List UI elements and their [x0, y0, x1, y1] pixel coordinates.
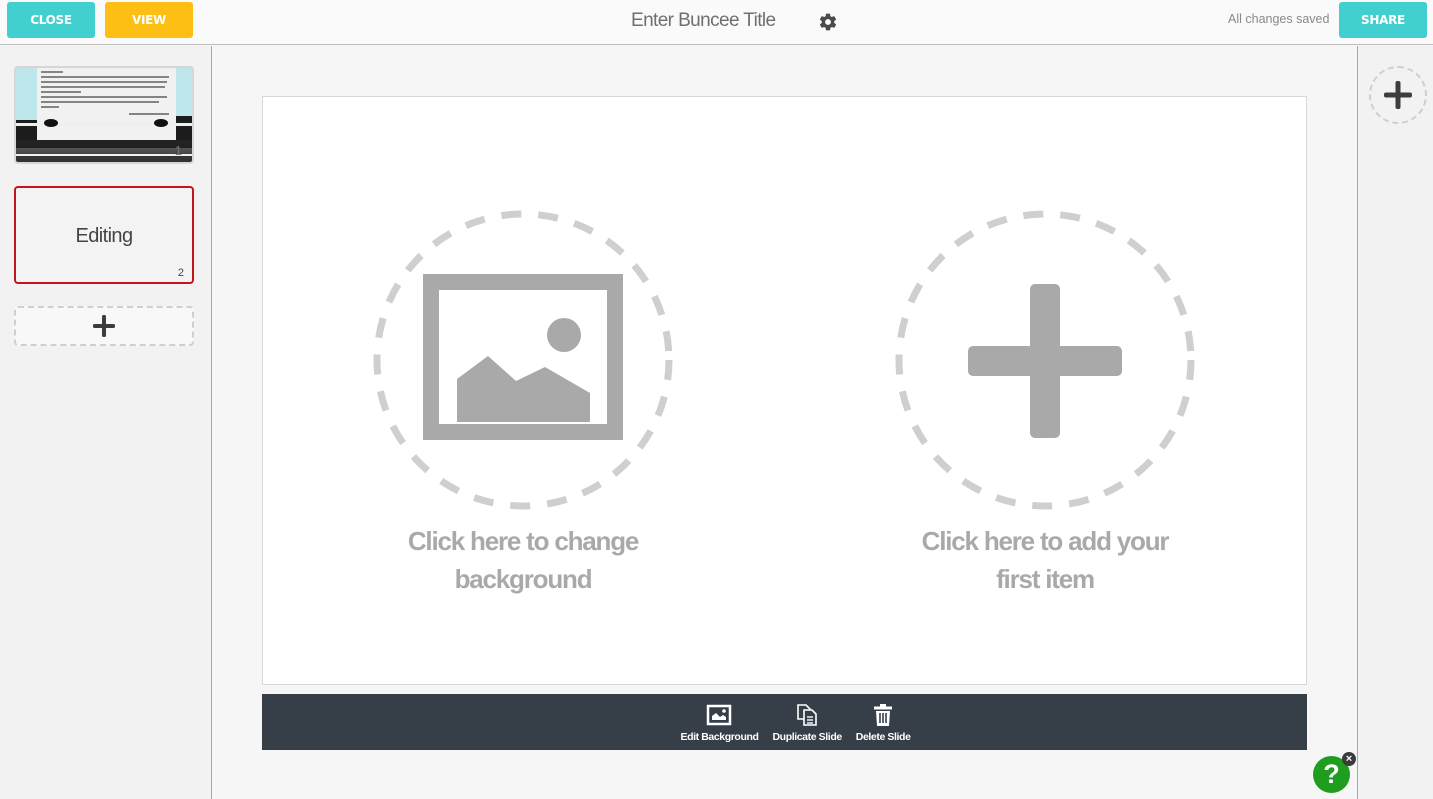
- plus-icon: [895, 210, 1195, 510]
- right-panel: [1357, 46, 1433, 799]
- add-first-item-zone[interactable]: Click here to add your first item: [845, 97, 1245, 686]
- image-icon: [373, 210, 673, 510]
- slide-number: 1: [174, 143, 182, 158]
- slide-sidebar: 1 Editing 2: [0, 46, 212, 799]
- thumbnail-preview: [37, 68, 176, 140]
- slide-thumbnail-2[interactable]: Editing 2: [14, 186, 194, 284]
- delete-slide-button[interactable]: Delete Slide: [856, 694, 911, 743]
- share-button[interactable]: SHARE: [1339, 2, 1427, 38]
- duplicate-slide-label: Duplicate Slide: [772, 731, 843, 743]
- duplicate-slide-button[interactable]: Duplicate Slide: [773, 694, 842, 743]
- trash-icon: [874, 704, 893, 726]
- plus-icon: [1384, 81, 1412, 109]
- plus-icon: [93, 315, 115, 337]
- edit-background-button[interactable]: Edit Background: [680, 694, 759, 743]
- buncee-title-input[interactable]: Enter Buncee Title: [631, 10, 776, 32]
- slide-thumbnail-1[interactable]: 1: [14, 66, 194, 164]
- slide-status-label: Editing: [75, 225, 134, 247]
- top-bar: CLOSE VIEW Enter Buncee Title All change…: [0, 0, 1433, 45]
- add-slide-button[interactable]: [14, 306, 194, 346]
- change-background-zone[interactable]: Click here to change background: [323, 97, 723, 686]
- duplicate-icon: [797, 704, 817, 726]
- edit-background-label: Edit Background: [680, 731, 759, 743]
- slide-toolbar: Edit Background Duplicate Slide Delete S…: [262, 694, 1307, 750]
- view-button[interactable]: VIEW: [105, 2, 193, 38]
- close-help-icon[interactable]: ×: [1342, 752, 1356, 766]
- add-item-button[interactable]: [1369, 66, 1427, 124]
- add-first-item-prompt: Click here to add your first item: [921, 526, 1170, 594]
- change-background-prompt: Click here to change background: [407, 526, 640, 594]
- image-icon: [707, 704, 732, 726]
- slide-canvas: Click here to change background Click he…: [262, 96, 1307, 685]
- gear-icon[interactable]: [818, 12, 838, 32]
- delete-slide-label: Delete Slide: [855, 731, 911, 743]
- close-button[interactable]: CLOSE: [7, 2, 95, 38]
- save-status: All changes saved: [1228, 12, 1330, 26]
- slide-number: 2: [177, 267, 184, 279]
